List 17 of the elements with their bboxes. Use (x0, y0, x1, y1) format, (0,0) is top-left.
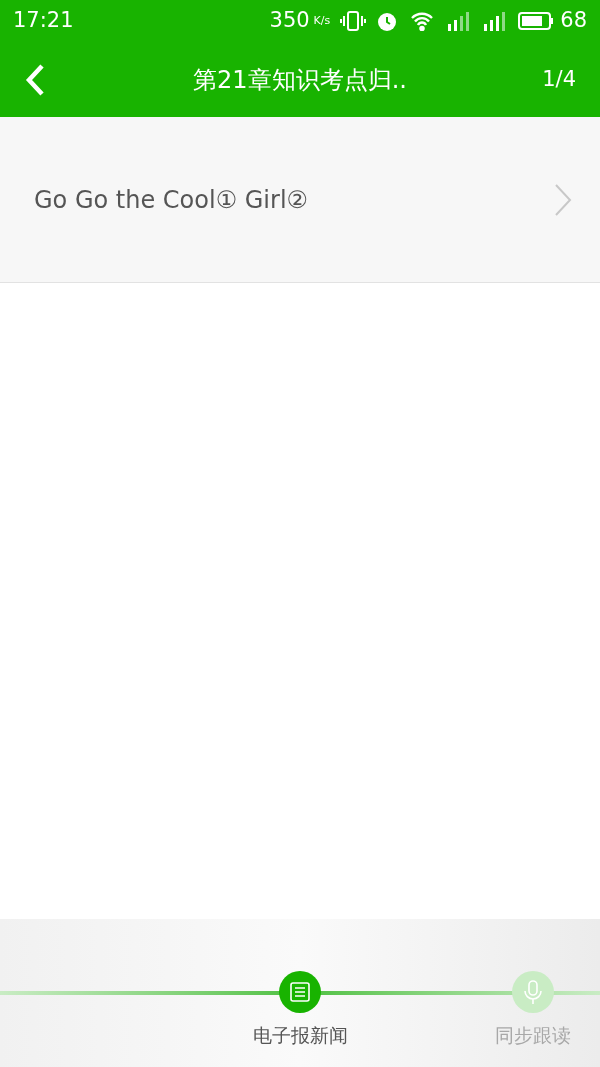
battery-icon (518, 11, 555, 31)
microphone-icon (512, 971, 554, 1013)
page-title: 第21章知识考点归.. (192, 64, 408, 96)
status-time: 17:21 (13, 7, 74, 35)
bottom-tab[interactable]: 电子报新闻 (235, 971, 365, 1050)
network-speed: 350 (269, 7, 310, 35)
back-icon (24, 62, 46, 97)
wifi-icon (410, 11, 435, 31)
alarm-icon (376, 10, 399, 32)
vibrate-icon (340, 10, 367, 32)
battery-level: 68 (560, 7, 587, 35)
document-icon (279, 971, 321, 1013)
list-item[interactable]: Go Go the Cool① Girl② (0, 117, 600, 283)
item-title: Go Go the Cool① Girl② (34, 184, 310, 216)
page-counter: 1/4 (541, 65, 576, 93)
speed-unit: K/s (313, 12, 331, 29)
chevron-right-icon (554, 182, 572, 217)
